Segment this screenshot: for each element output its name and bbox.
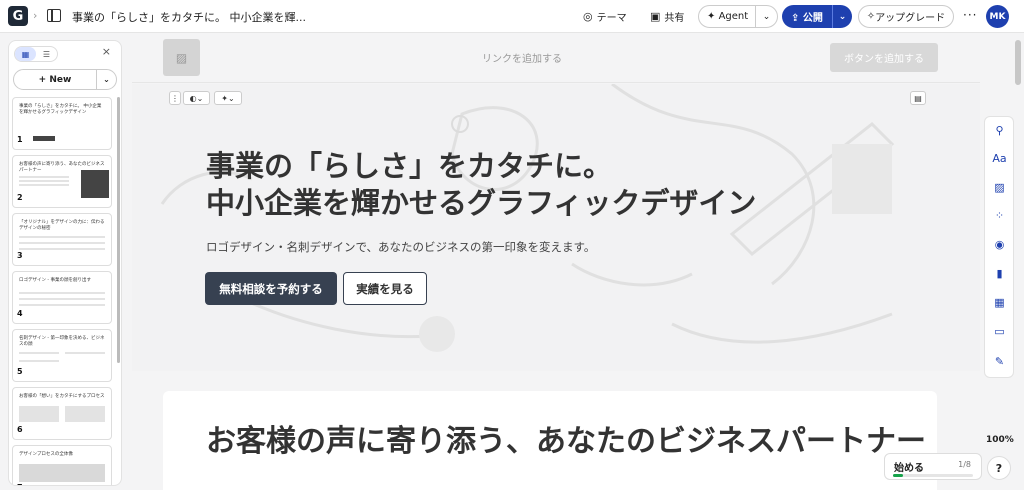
section-title[interactable]: お客様の声に寄り添う、あなたのビジネスパートナー	[206, 423, 941, 461]
slide-thumbnail[interactable]: 事業の「らしさ」をカタチに。 中小企業を輝かせるグラフィックデザイン 1	[12, 97, 112, 150]
new-label: New	[49, 74, 72, 85]
add-link-placeholder[interactable]: リンクを追加する	[482, 50, 562, 65]
slide-thumbnail[interactable]: お客様の声に寄り添う、あなたのビジネスパートナー 2	[12, 155, 112, 208]
view-portfolio-button[interactable]: 実績を見る	[343, 272, 427, 305]
add-button-placeholder[interactable]: ボタンを追加する	[830, 43, 938, 72]
agent-button[interactable]: ✦ Agent ⌄	[698, 5, 778, 28]
hero-subtitle[interactable]: ロゴデザイン・名刺デザインで、あなたのビジネスの第一印象を変えます。	[206, 239, 595, 255]
theme-button[interactable]: ◎ テーマ	[583, 6, 627, 27]
page-navbar: ▨ リンクを追加する ボタンを追加する	[132, 33, 980, 83]
chart-icon[interactable]: ▮	[991, 265, 1008, 282]
app-logo[interactable]: G	[8, 6, 28, 26]
slide-thumbnail-list: 事業の「らしさ」をカタチに。 中小企業を輝かせるグラフィックデザイン 1 お客様…	[12, 97, 112, 485]
slide-thumb-title: お客様の「想い」をカタチにするプロセス	[19, 394, 105, 399]
slide-thumbnail[interactable]: お客様の「想い」をカタチにするプロセス 6	[12, 387, 112, 440]
testimonial-section: お客様の声に寄り添う、あなたのビジネスパートナー	[163, 391, 937, 490]
slide-number: 2	[17, 193, 29, 204]
ai-actions-icon[interactable]: ✦⌄	[214, 91, 242, 105]
help-button[interactable]: ?	[987, 456, 1011, 480]
table-icon[interactable]: ▦	[991, 294, 1008, 311]
hero-title-line1: 事業の「らしさ」をカタチに。	[206, 149, 613, 183]
components-icon[interactable]: ⁘	[991, 207, 1008, 224]
new-slide-button[interactable]: + New ⌄	[13, 69, 117, 90]
user-avatar[interactable]: MK	[986, 5, 1009, 28]
slide-thumb-title: ロゴデザイン - 事業の顔を創り出す	[19, 278, 91, 283]
close-sidebar-icon[interactable]: ×	[102, 45, 111, 58]
new-chevron-down-icon[interactable]: ⌄	[96, 70, 116, 89]
slide-thumb-title: デザインプロセスの全体像	[19, 452, 73, 457]
drag-handle-icon[interactable]: ⋮	[169, 91, 181, 105]
start-progress-fill	[893, 474, 903, 477]
plus-icon: +	[38, 74, 50, 85]
text-style-icon[interactable]: Aa	[991, 150, 1008, 167]
share-button[interactable]: ▣ 共有	[650, 6, 684, 27]
upload-icon: ⇪	[791, 13, 803, 24]
style-menu-icon[interactable]: ◐⌄	[183, 91, 210, 105]
hero-title-line2: 中小企業を輝かせるグラフィックデザイン	[206, 186, 757, 220]
share-icon: ▣	[650, 10, 661, 23]
publish-chevron-down-icon[interactable]: ⌄	[832, 5, 852, 28]
list-view-icon[interactable]: ☰	[36, 47, 57, 61]
slide-number: 1	[17, 135, 29, 146]
image-placeholder-icon[interactable]: ▨	[163, 39, 200, 76]
hero-title[interactable]: 事業の「らしさ」をカタチに。 中小企業を輝かせるグラフィックデザイン	[206, 148, 756, 222]
publish-button[interactable]: ⇪ 公開 ⌄	[782, 5, 852, 28]
agent-chevron-down-icon[interactable]: ⌄	[755, 6, 777, 27]
sidebar-scrollbar[interactable]	[117, 97, 120, 363]
getting-started-widget[interactable]: 始める 1/8	[884, 453, 982, 480]
slide-thumbnail[interactable]: デザインプロセスの全体像 7	[12, 445, 112, 485]
document-title[interactable]: 事業の「らしさ」をカタチに。 中小企業を輝...	[72, 9, 306, 25]
breadcrumb-separator: ›	[33, 9, 38, 22]
slide-number: 4	[17, 309, 29, 320]
book-consultation-button[interactable]: 無料相談を予約する	[205, 272, 337, 305]
section-settings-icon[interactable]: ▤	[910, 91, 926, 105]
more-options-icon[interactable]: ···	[963, 8, 977, 22]
upgrade-label: アップグレード	[875, 13, 946, 24]
slide-thumbnail[interactable]: 「オリジナル」をデザインの力に：伝わるデザインの秘密 3	[12, 213, 112, 266]
slide-thumb-title: 名刺デザイン - 第一印象を決める、ビジネスの顔	[19, 336, 105, 347]
slide-number: 6	[17, 425, 29, 436]
share-label: 共有	[664, 13, 685, 24]
slides-sidebar: ▦ ☰ × + New ⌄ 事業の「らしさ」をカタチに。 中小企業を輝かせるグラ…	[8, 40, 122, 486]
agent-label: Agent	[718, 11, 749, 22]
search-icon[interactable]: ⚲	[991, 122, 1008, 139]
toggle-icon[interactable]: ◉	[991, 236, 1008, 253]
grid-view-icon[interactable]: ▦	[15, 47, 36, 61]
view-toggle: ▦ ☰	[14, 46, 58, 62]
editor-canvas: ▨ リンクを追加する ボタンを追加する ⋮ ◐⌄ ✦⌄ ▤ 事業の「らしさ」をカ…	[132, 33, 980, 490]
theme-label: テーマ	[596, 13, 627, 24]
start-progress-count: 1/8	[958, 460, 971, 469]
canvas-scrollbar[interactable]	[1015, 40, 1021, 85]
palette-icon: ◎	[583, 10, 593, 23]
start-label: 始める	[894, 463, 924, 474]
magic-wand-icon: ✧	[866, 11, 876, 22]
slide-number: 3	[17, 251, 29, 262]
sparkle-icon: ✦	[707, 11, 719, 22]
top-bar: G › 事業の「らしさ」をカタチに。 中小企業を輝... ◎ テーマ ▣ 共有 …	[0, 0, 1024, 33]
zoom-level[interactable]: 100%	[986, 435, 1014, 445]
publish-label: 公開	[802, 13, 823, 24]
upgrade-button[interactable]: ✧ アップグレード	[858, 5, 954, 28]
sidebar-toggle-icon[interactable]	[47, 9, 61, 22]
hero-section: ⋮ ◐⌄ ✦⌄ ▤ 事業の「らしさ」をカタチに。 中小企業を輝かせるグラフィック…	[132, 84, 980, 371]
slide-number: 7	[17, 483, 29, 485]
slide-thumb-title: 「オリジナル」をデザインの力に：伝わるデザインの秘密	[19, 220, 105, 231]
card-icon[interactable]: ▭	[991, 323, 1008, 340]
insert-toolbar: ⚲ Aa ▨ ⁘ ◉ ▮ ▦ ▭ ✎	[984, 116, 1014, 378]
edit-icon[interactable]: ✎	[991, 353, 1008, 370]
image-icon[interactable]: ▨	[991, 179, 1008, 196]
hero-background-illustration	[160, 84, 895, 352]
slide-thumb-title: 事業の「らしさ」をカタチに。 中小企業を輝かせるグラフィックデザイン	[19, 104, 102, 115]
slide-thumbnail[interactable]: 名刺デザイン - 第一印象を決める、ビジネスの顔 5	[12, 329, 112, 382]
start-progress-bar	[893, 474, 973, 477]
slide-number: 5	[17, 367, 29, 378]
slide-thumbnail[interactable]: ロゴデザイン - 事業の顔を創り出す 4	[12, 271, 112, 324]
